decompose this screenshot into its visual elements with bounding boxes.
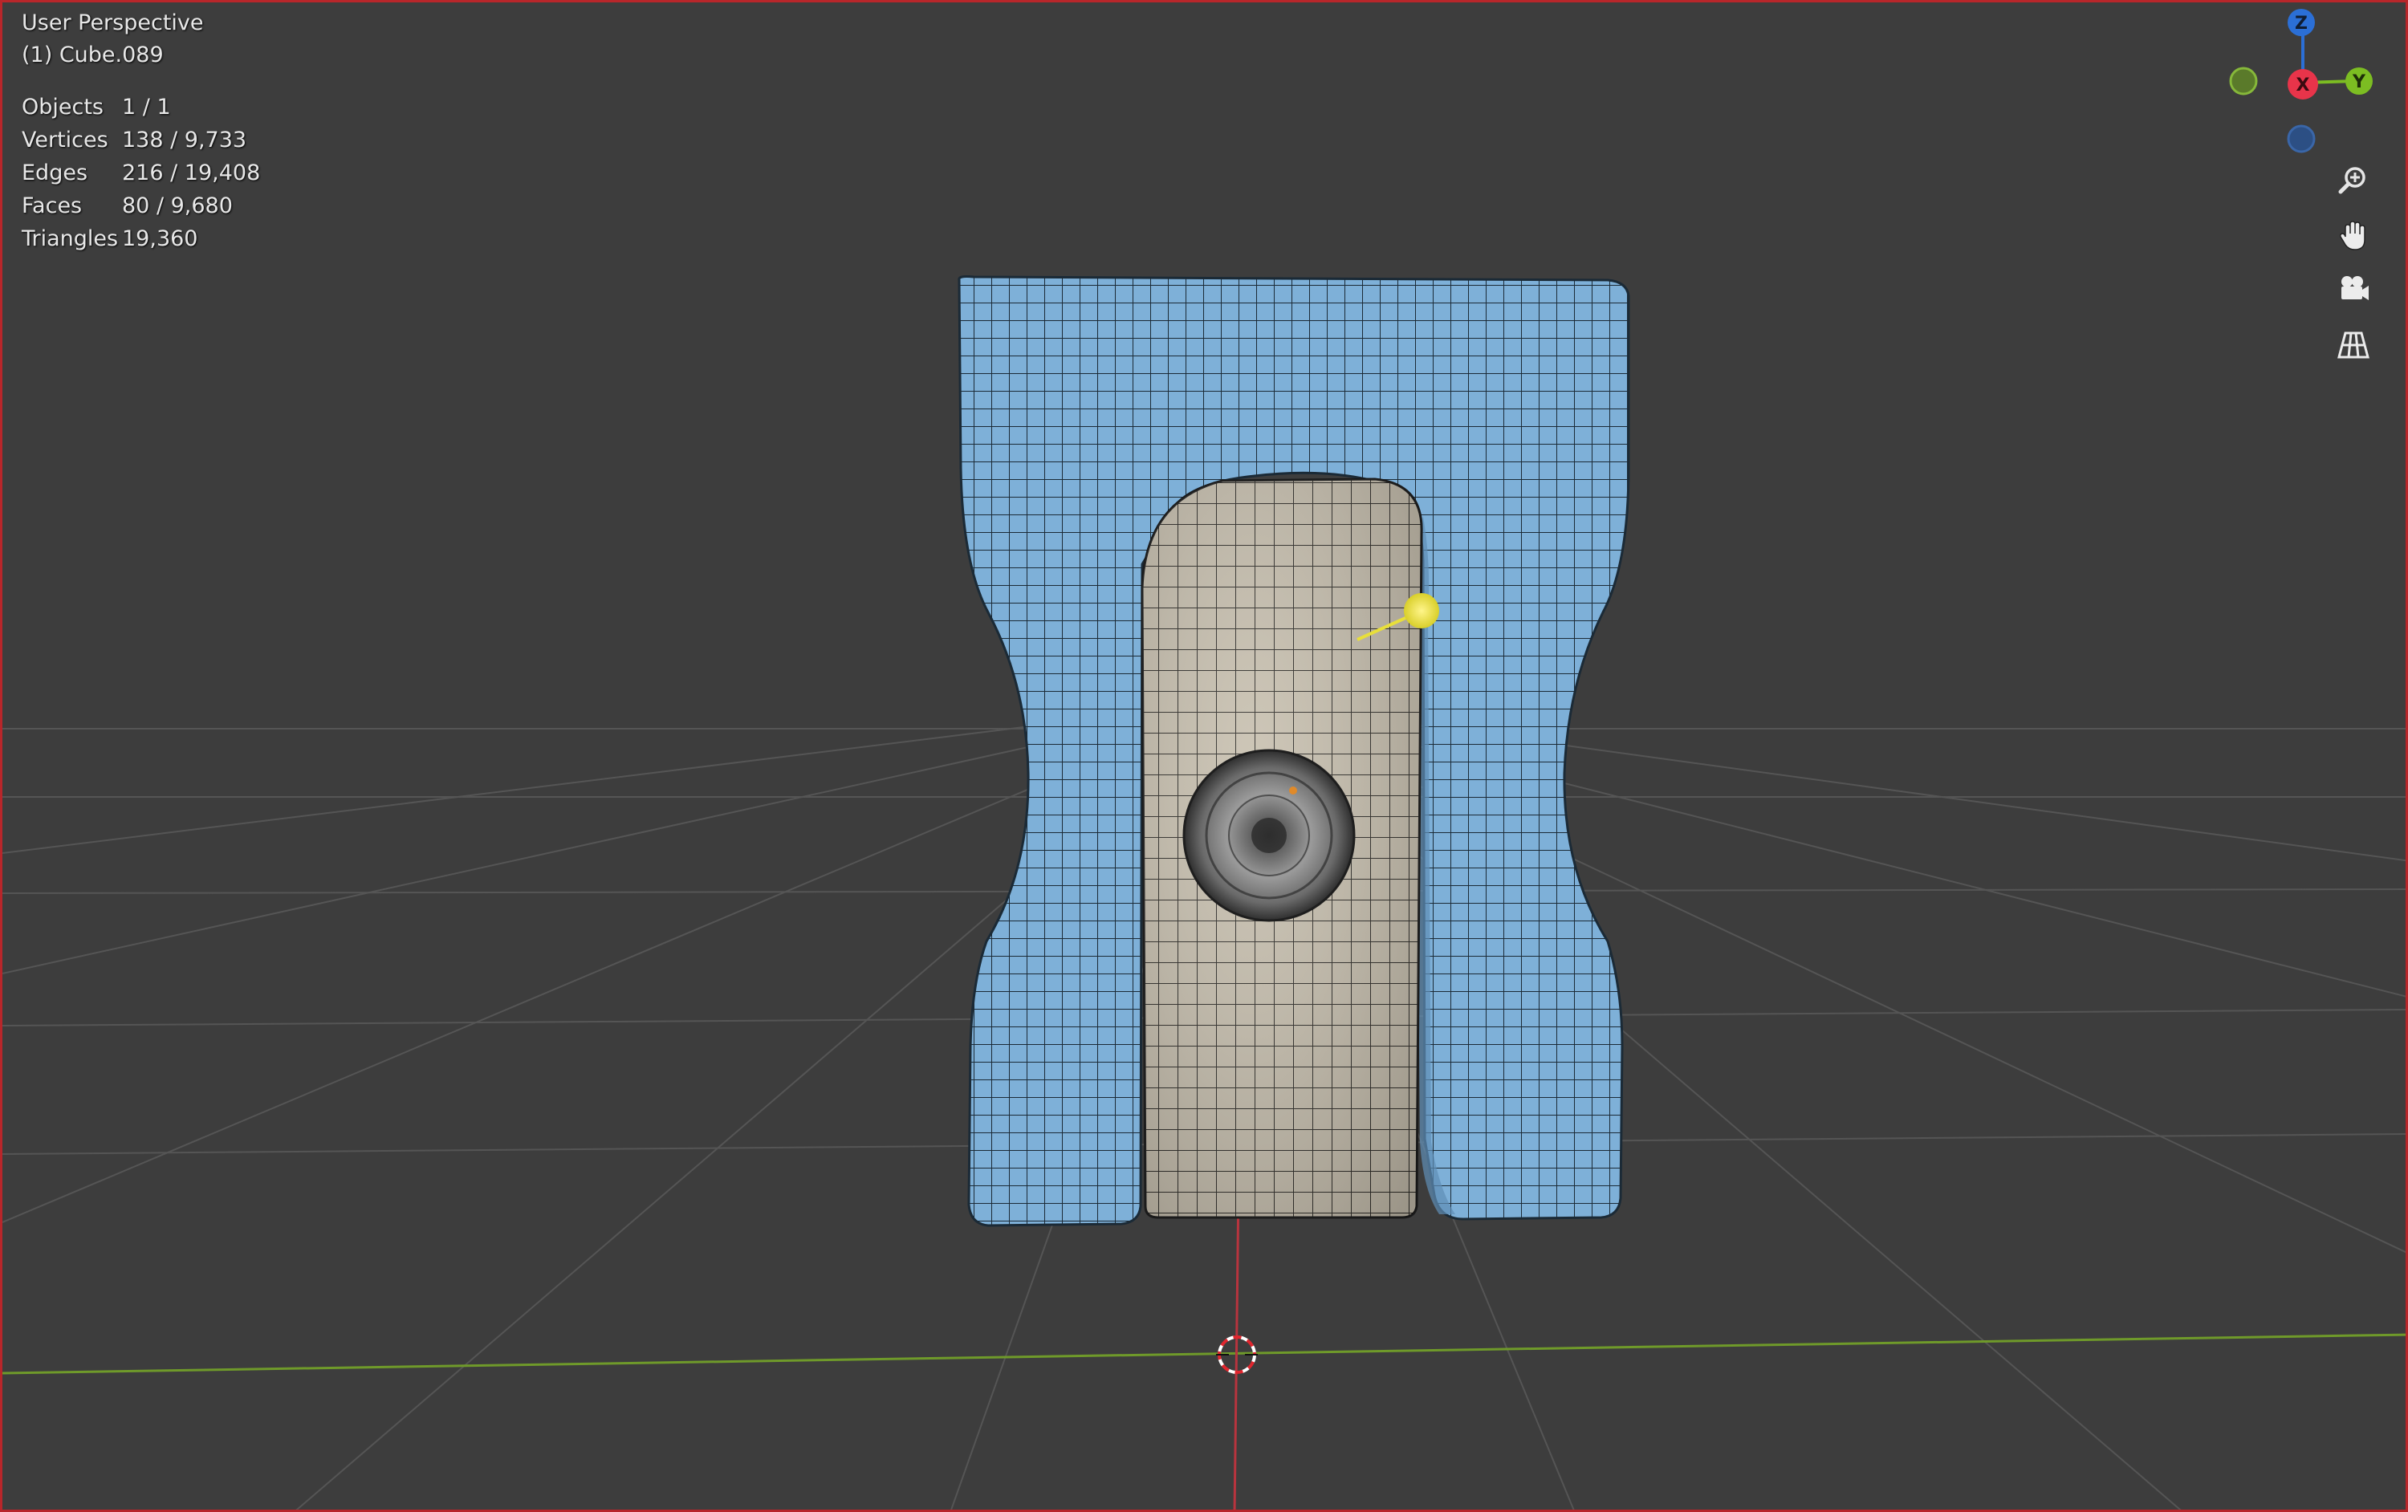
stat-edges: Edges 216 / 19,408 xyxy=(22,160,261,185)
y-axis-line xyxy=(2,1333,2406,1375)
zoom-icon xyxy=(2338,167,2365,194)
camera-icon xyxy=(2341,276,2369,300)
view-name: User Perspective xyxy=(22,10,204,35)
pan-hand-icon xyxy=(2340,221,2365,250)
stat-triangles: Triangles 19,360 xyxy=(22,226,198,251)
camera-view-button[interactable] xyxy=(2333,269,2374,311)
pan-button[interactable] xyxy=(2333,214,2374,256)
gizmo-y-label: Y xyxy=(2352,72,2366,92)
scene-canvas[interactable] xyxy=(2,2,2408,1512)
gizmo-neg-y-button[interactable] xyxy=(2229,67,2258,96)
scene-statistics: Objects 1 / 1 Vertices 138 / 9,733 Edges… xyxy=(22,91,260,255)
gizmo-x-label: X xyxy=(2296,75,2310,96)
gizmo-z-label: Z xyxy=(2295,14,2308,34)
gizmo-z-button[interactable]: Z xyxy=(2288,9,2315,36)
stat-faces: Faces 80 / 9,680 xyxy=(22,193,233,218)
active-object-name: (1) Cube.089 xyxy=(22,43,164,67)
viewport-info-overlay: User Perspective (1) Cube.089 Objects 1 … xyxy=(22,7,260,255)
3d-viewport[interactable]: User Perspective (1) Cube.089 Objects 1 … xyxy=(0,0,2408,1512)
gizmo-x-button[interactable]: X xyxy=(2288,69,2318,100)
gizmo-neg-z-button[interactable] xyxy=(2287,124,2316,153)
gizmo-y-button[interactable]: Y xyxy=(2345,67,2373,95)
screw-knob-mesh xyxy=(1182,749,1356,922)
grid-perspective-icon xyxy=(2337,331,2369,359)
stat-objects: Objects 1 / 1 xyxy=(22,94,171,120)
perspective-toggle-button[interactable] xyxy=(2333,323,2374,365)
navigation-gizmo[interactable]: Z Y X xyxy=(2202,2,2408,163)
zoom-button[interactable] xyxy=(2333,160,2374,201)
stat-vertices: Vertices 138 / 9,733 xyxy=(22,127,247,152)
